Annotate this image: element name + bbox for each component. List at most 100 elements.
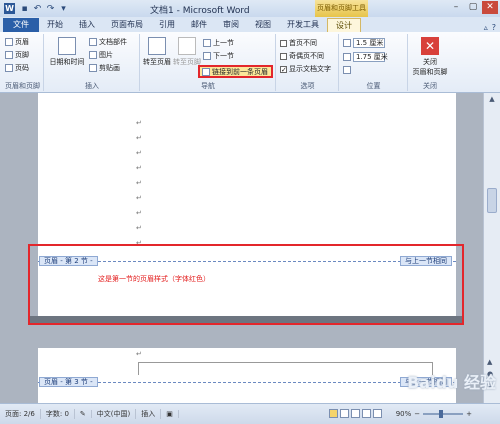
- picture-icon: [89, 51, 97, 59]
- redo-icon[interactable]: ↷: [45, 4, 56, 14]
- tab-developer[interactable]: 开发工具: [279, 18, 327, 32]
- tab-file[interactable]: 文件: [3, 18, 39, 32]
- doc-parts-button[interactable]: 文档部件: [89, 37, 127, 47]
- header-icon: [5, 38, 13, 46]
- close-window-icon[interactable]: ✕: [482, 1, 498, 14]
- word-app-icon[interactable]: W: [4, 3, 15, 14]
- link-to-previous-button[interactable]: 链接到前一条页眉: [198, 65, 273, 78]
- header-top-icon: [343, 39, 351, 47]
- tab-review[interactable]: 审阅: [215, 18, 247, 32]
- checkbox-checked: ✓: [280, 65, 287, 74]
- tab-references[interactable]: 引用: [151, 18, 183, 32]
- arrow-down-icon: [203, 52, 211, 60]
- macro-record-icon[interactable]: ▣: [161, 410, 179, 418]
- tab-mailings[interactable]: 邮件: [183, 18, 215, 32]
- insert-mode[interactable]: 插入: [136, 409, 162, 419]
- help-icon[interactable]: ?: [492, 23, 496, 32]
- alignment-tab-icon: [343, 66, 351, 74]
- goto-footer-icon: [178, 37, 196, 55]
- zoom-out-icon[interactable]: −: [414, 410, 420, 418]
- group-navigation: 转至页眉 转至页脚 上一节 下一节 导航: [141, 34, 276, 91]
- zoom-in-icon[interactable]: +: [466, 410, 472, 418]
- zoom-slider[interactable]: [423, 410, 464, 418]
- footer-button[interactable]: 页脚: [5, 50, 29, 60]
- header-position-spinner[interactable]: 1.5 厘米: [343, 38, 385, 48]
- close-header-footer-button[interactable]: ✕ 关闭 页眉和页脚: [411, 37, 449, 77]
- zoom-level[interactable]: 90%: [396, 410, 412, 418]
- outline-icon[interactable]: [362, 409, 371, 418]
- page-count[interactable]: 页面: 2/6: [0, 409, 41, 419]
- paragraph-mark: ↵: [136, 350, 142, 358]
- diff-first-page-checkbox[interactable]: 首页不同: [280, 38, 317, 48]
- status-bar: 页面: 2/6 字数: 0 ✎ 中文(中国) 插入 ▣ 90% − +: [0, 403, 500, 424]
- full-screen-reading-icon[interactable]: [340, 409, 349, 418]
- paragraph-mark: ↵: [136, 224, 142, 232]
- customize-icon[interactable]: ▾: [58, 4, 69, 14]
- clipart-button[interactable]: 剪贴画: [89, 63, 120, 73]
- page[interactable]: ↵ 页眉 - 第 3 节 - 与上一节相同: [38, 348, 456, 403]
- group-label: 位置: [366, 82, 381, 90]
- paragraph-mark: ↵: [136, 194, 142, 202]
- paragraph-mark: ↵: [136, 134, 142, 142]
- save-icon[interactable]: ▪: [19, 4, 30, 14]
- page-number-icon: [5, 64, 13, 72]
- tab-home[interactable]: 开始: [39, 18, 71, 32]
- ribbon-right-icons: ▵ ?: [484, 23, 500, 32]
- footer-position-spinner[interactable]: 1.75 厘米: [343, 52, 388, 62]
- show-doc-text-checkbox[interactable]: ✓ 显示文档文字: [280, 64, 331, 74]
- group-options: 首页不同 奇偶页不同 ✓ 显示文档文字 选项: [277, 34, 339, 91]
- minimize-ribbon-icon[interactable]: ▵: [484, 23, 488, 32]
- picture-button[interactable]: 图片: [89, 50, 113, 60]
- proofing-icon[interactable]: ✎: [75, 410, 92, 418]
- word-count[interactable]: 字数: 0: [41, 409, 75, 419]
- prev-page-icon[interactable]: ▲: [487, 358, 492, 366]
- checkbox-unchecked: [280, 39, 287, 47]
- goto-header-button[interactable]: 转至页眉: [143, 37, 171, 67]
- paragraph-mark: ↵: [136, 209, 142, 217]
- prev-section-button[interactable]: 上一节: [203, 38, 234, 48]
- print-layout-icon[interactable]: [329, 409, 338, 418]
- undo-icon[interactable]: ↶: [32, 4, 43, 14]
- date-time-button[interactable]: 日期和时间: [48, 37, 86, 67]
- diff-odd-even-checkbox[interactable]: 奇偶页不同: [280, 51, 324, 61]
- tab-insert[interactable]: 插入: [71, 18, 103, 32]
- draft-icon[interactable]: [373, 409, 382, 418]
- group-label: 选项: [300, 82, 315, 90]
- quick-access-toolbar: ▪ ↶ ↷ ▾: [19, 4, 69, 14]
- group-close: ✕ 关闭 页眉和页脚 关闭: [409, 34, 451, 91]
- goto-footer-button[interactable]: 转至页脚: [173, 37, 201, 67]
- web-layout-icon[interactable]: [351, 409, 360, 418]
- vertical-scrollbar[interactable]: ▲ ▲ ● ▼: [483, 93, 500, 403]
- arrow-up-icon: [203, 39, 211, 47]
- paragraph-mark: ↵: [136, 149, 142, 157]
- tab-view[interactable]: 视图: [247, 18, 279, 32]
- next-section-button[interactable]: 下一节: [203, 51, 234, 61]
- footer-icon: [5, 51, 13, 59]
- alignment-tab-button[interactable]: [343, 66, 351, 74]
- group-position: 1.5 厘米 1.75 厘米 位置: [340, 34, 408, 91]
- group-label: 页眉和页脚: [5, 82, 40, 90]
- zoom-knob[interactable]: [439, 410, 444, 418]
- maximize-icon[interactable]: ▢: [465, 1, 481, 14]
- language[interactable]: 中文(中国): [92, 409, 137, 419]
- clipart-icon: [89, 64, 97, 72]
- group-label: 导航: [201, 82, 215, 90]
- scroll-up-icon[interactable]: ▲: [484, 93, 500, 105]
- page-number-button[interactable]: 页码: [5, 63, 29, 73]
- scroll-thumb[interactable]: [487, 188, 497, 213]
- header-button[interactable]: 页眉: [5, 37, 29, 47]
- header-region[interactable]: [138, 362, 433, 375]
- minimize-icon[interactable]: –: [448, 1, 464, 14]
- goto-header-icon: [148, 37, 166, 55]
- paragraph-mark: ↵: [136, 179, 142, 187]
- tab-page-layout[interactable]: 页面布局: [103, 18, 151, 32]
- context-tab-group-label: 页眉和页脚工具: [315, 0, 368, 17]
- watermark: Baidu 经验: [407, 373, 496, 392]
- header-section-tag: 页眉 - 第 3 节 -: [39, 377, 98, 387]
- group-label: 插入: [85, 82, 99, 90]
- tab-design[interactable]: 设计: [327, 18, 361, 32]
- group-label: 关闭: [423, 82, 437, 90]
- title-bar: W ▪ ↶ ↷ ▾ 文档1 - Microsoft Word 页眉和页脚工具 –…: [0, 0, 500, 17]
- close-icon: ✕: [421, 37, 439, 55]
- link-icon: [202, 67, 210, 76]
